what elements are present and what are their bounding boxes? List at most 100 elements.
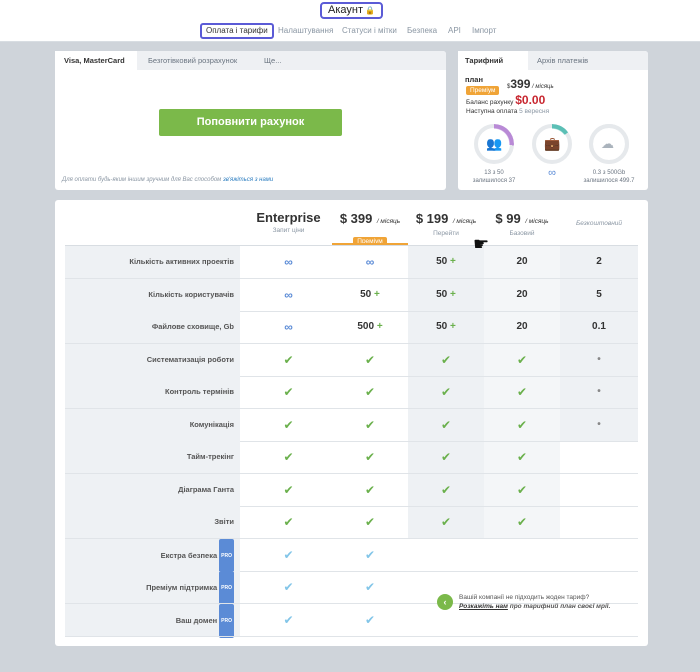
check-icon: ✔	[283, 482, 294, 497]
pro-badge: PRO	[219, 538, 234, 573]
table-cell: 2	[596, 256, 602, 267]
check-icon: ✔	[440, 482, 452, 497]
table-cell: ✔	[245, 409, 332, 441]
col-99-unit: / місяць	[525, 218, 549, 225]
table-cell: ✔	[408, 441, 484, 473]
table-cell: ✔	[332, 539, 408, 571]
check-icon: ✔	[283, 612, 294, 627]
tab-api[interactable]: API	[448, 23, 461, 39]
table-row: Контроль термінів ✔ ✔ ✔ ✔ •	[65, 376, 638, 408]
col-199-price: $ 199	[415, 211, 449, 226]
tab-more[interactable]: Ще...	[255, 51, 290, 70]
tab-payment-archive[interactable]: Архів платежів	[530, 51, 595, 70]
table-cell: ✔	[332, 571, 408, 603]
col-99[interactable]: $ 99 / місяць Базовий	[484, 210, 560, 246]
col-premium[interactable]: $ 399 / місяць Преміум	[332, 210, 408, 246]
col-99-price: $ 99	[495, 211, 521, 226]
check-icon: ✔	[283, 515, 294, 529]
cell-value: 50	[436, 288, 451, 300]
plan-price: $399 / місяць	[507, 77, 554, 91]
row-label-text: Систематизація роботи	[146, 354, 234, 364]
tab-billing[interactable]: Оплата і тарифи	[200, 23, 274, 39]
table-cell: ✔	[245, 604, 332, 636]
hand-cursor-icon: ☛	[473, 234, 490, 254]
page-title: Акаунт 🔒	[320, 2, 383, 19]
check-icon: ✔	[440, 352, 452, 367]
tab-statuses[interactable]: Статуси і мітки	[342, 23, 397, 39]
check-icon: ✔	[364, 482, 376, 497]
check-icon: ✔	[516, 417, 528, 432]
briefcase-icon: 💼	[544, 136, 561, 151]
table-cell: ✔	[332, 604, 408, 636]
payment-note: Для оплати будь-яким іншим зручним для В…	[62, 177, 273, 183]
infinity-icon: ∞	[284, 255, 293, 269]
tab-import[interactable]: Імпорт	[472, 23, 496, 39]
check-icon: ✔	[516, 385, 528, 399]
table-row: Екстра безпека PRO ✔ ✔	[65, 538, 638, 573]
row-label: Діаграма Ганта	[65, 473, 240, 506]
col-enterprise-sub[interactable]: Запит ціни	[245, 227, 332, 234]
cloud-icon: ☁	[601, 136, 614, 151]
table-row: Комунікація ✔ ✔ ✔ ✔ •	[65, 408, 638, 441]
row-label-text: Контроль термінів	[165, 387, 234, 396]
table-row: Файлове сховище, Gb ∞ 500 +50 +20 0.1	[65, 311, 638, 343]
check-icon: ✔	[283, 385, 294, 399]
row-label: Екстра безпека PRO	[65, 538, 240, 573]
check-icon: ✔	[516, 450, 528, 464]
plan-price-value: 399	[510, 77, 531, 91]
cell-value: 50	[436, 321, 451, 332]
row-label-text: Кількість активних проектів	[129, 257, 234, 266]
plus-icon: +	[374, 288, 380, 300]
arrow-left-icon: ‹	[437, 594, 453, 610]
cta-line2-rest: про тарифний план своєї мрії.	[507, 603, 611, 610]
tab-plan[interactable]: Тарифний план	[458, 51, 528, 84]
table-row: Кількість активних проектів ∞ ∞ 50 +20 2	[65, 246, 638, 278]
table-cell: ✔	[245, 539, 332, 571]
plan-price-unit: / місяць	[532, 84, 554, 90]
check-icon: ✔	[364, 385, 376, 399]
tell-us-link[interactable]: Розкажіть нам	[459, 603, 508, 610]
check-icon: ✔	[516, 352, 528, 367]
payment-card: Visa, MasterCard Безготівковий розрахуно…	[55, 51, 446, 190]
next-payment-line: Наступна оплата 5 вересня	[466, 108, 549, 115]
table-row: Кількість користувачів ∞ 50 +50 +20 5	[65, 278, 638, 311]
col-premium-unit: / місяць	[376, 218, 401, 225]
check-icon: ✔	[283, 450, 294, 464]
check-icon: ✔	[516, 482, 528, 497]
table-cell: ✔	[408, 409, 484, 441]
row-label-text: Діаграма Ганта	[178, 484, 234, 494]
contact-us-link[interactable]: зв'яжіться з нами	[223, 177, 273, 183]
row-label-text: Кількість користувачів	[148, 289, 234, 299]
usage-caption-line2: залишилося 37	[472, 178, 516, 184]
plus-icon: +	[450, 256, 456, 267]
check-icon: ✔	[516, 515, 528, 529]
table-cell: ✔	[245, 344, 332, 376]
check-icon: ✔	[364, 515, 376, 529]
check-icon: ✔	[440, 515, 452, 529]
tab-settings[interactable]: Налаштування	[278, 23, 333, 39]
check-icon: ✔	[364, 580, 376, 594]
check-icon: ✔	[364, 450, 376, 464]
table-cell: ∞	[245, 246, 332, 278]
tab-bank-transfer[interactable]: Безготівковий розрахунок	[139, 51, 246, 70]
row-label-text: Комунікація	[189, 419, 234, 429]
usage-caption: 0.3 з 500Gb залишилося 499.7	[579, 169, 639, 185]
table-cell: ✔	[484, 376, 560, 408]
row-label-text: Ваш домен	[175, 615, 218, 625]
plus-icon: +	[450, 321, 456, 332]
tab-card-payment[interactable]: Visa, MasterCard	[55, 51, 137, 70]
row-label-text: Звіти	[214, 517, 234, 526]
tab-security[interactable]: Безпека	[407, 23, 437, 39]
plus-icon: +	[450, 288, 456, 300]
col-enterprise[interactable]: Enterprise Запит ціни	[245, 210, 332, 246]
row-label: Контроль термінів	[65, 376, 240, 408]
table-cell: ✔	[332, 409, 408, 441]
payment-tabs: Visa, MasterCard Безготівковий розрахуно…	[55, 51, 446, 70]
row-label-text: Тайм-трекінг	[186, 452, 234, 461]
table-cell: ✔	[245, 474, 332, 506]
col-enterprise-name: Enterprise	[256, 210, 321, 225]
table-cell: ✔	[332, 474, 408, 506]
topup-button[interactable]: Поповнити рахунок	[159, 109, 342, 136]
table-cell: ✔	[484, 409, 560, 441]
row-label: Файлове сховище, Gb	[65, 311, 240, 343]
